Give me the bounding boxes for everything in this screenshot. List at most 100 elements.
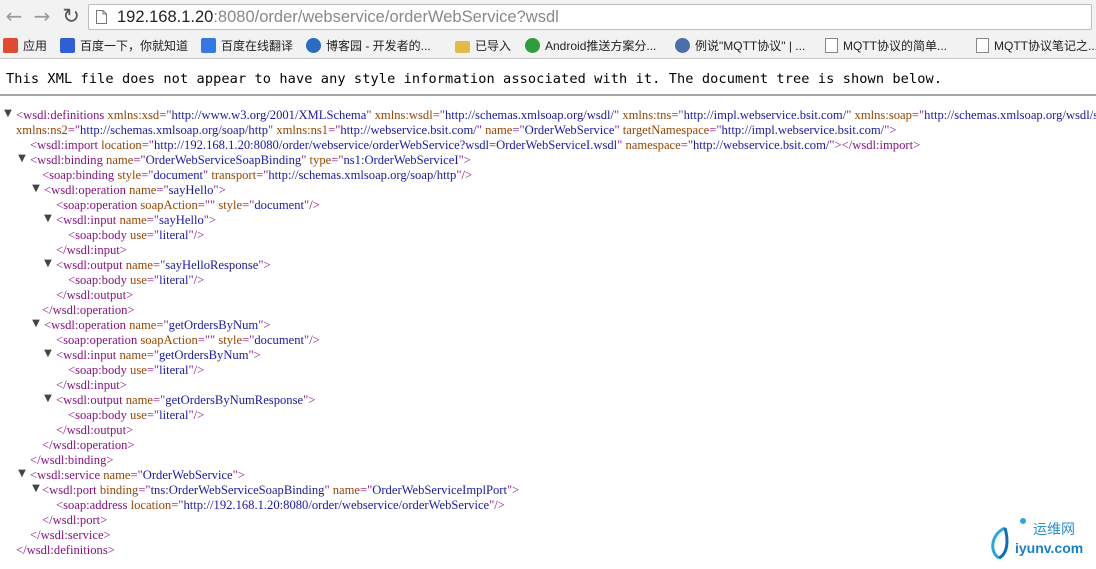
xml-attr-value: http://webservice.bsit.com/	[692, 138, 830, 152]
xml-tag: ="	[146, 408, 160, 422]
xml-attr-name: name	[332, 483, 361, 497]
xml-tag: <soap:body	[68, 408, 131, 422]
xml-attr-value: http://schemas.xmlsoap.org/wsdl/	[444, 108, 615, 122]
xml-line: <wsdl:import location="http://192.168.1.…	[30, 138, 920, 153]
xml-tag: "	[846, 108, 855, 122]
xml-attr-name: name	[119, 348, 147, 362]
xml-tag: "/>	[456, 168, 473, 182]
xml-line: <wsdl:input name="getOrdersByNum">	[56, 348, 261, 363]
xml-attr-name: name	[103, 468, 131, 482]
xml-tag: <soap:operation	[56, 333, 141, 347]
xml-tag: <wsdl:operation	[44, 183, 130, 197]
xml-attr-value: literal	[159, 408, 189, 422]
xml-tag: ="	[671, 108, 684, 122]
reload-icon[interactable]: ↻	[60, 5, 82, 27]
xml-tag: ">	[303, 393, 316, 407]
xml-line: </wsdl:output>	[56, 288, 133, 303]
xml-attr-name: xmlns:ns1	[276, 123, 329, 137]
xml-tag: <wsdl:input	[56, 213, 120, 227]
xml-line: </wsdl:port>	[42, 513, 107, 528]
xml-tag: ="	[156, 318, 169, 332]
xml-attr-value: getOrdersByNumResponse	[165, 393, 304, 407]
xml-tag: "	[301, 153, 310, 167]
bookmark-item[interactable]: 已导入	[455, 37, 511, 55]
xml-attr-name: use	[130, 408, 147, 422]
xml-tag: ="	[911, 108, 925, 122]
page-icon	[825, 38, 838, 53]
xml-tag: "/>	[489, 498, 505, 512]
xml-tag: ="	[709, 123, 722, 137]
xml-tag: <wsdl:service	[30, 468, 104, 482]
xml-attr-name: use	[130, 273, 147, 287]
xml-attr-name: xmlns:tns	[622, 108, 672, 122]
xml-tag: ="	[146, 273, 160, 287]
bookmark-label: 百度在线翻译	[221, 39, 294, 53]
url-path: :8080/order/webservice/orderWebService?w…	[213, 8, 559, 26]
xml-line: <wsdl:input name="sayHello">	[56, 213, 216, 228]
collapse-triangle-icon[interactable]: ▼	[31, 183, 41, 194]
xml-notice: This XML file does not appear to have an…	[6, 71, 943, 87]
xml-line: <soap:body use="literal"/>	[68, 363, 204, 378]
collapse-triangle-icon[interactable]: ▼	[3, 108, 13, 119]
xml-tag: <soap:address	[56, 498, 131, 512]
xml-attr-name: binding	[99, 483, 139, 497]
xml-tag: </wsdl:port>	[42, 513, 108, 527]
bookmark-item[interactable]: 例说"MQTT协议" | ...	[675, 37, 805, 55]
bookmark-item[interactable]: 应用	[3, 37, 47, 55]
xml-attr-value: sayHelloResponse	[165, 258, 259, 272]
bookmark-item[interactable]: 百度一下，你就知道	[60, 37, 188, 55]
xml-tag: ="	[156, 183, 169, 197]
collapse-triangle-icon[interactable]: ▼	[43, 213, 53, 224]
xml-attr-name: targetNamespace	[622, 123, 710, 137]
xml-attr-value: OrderWebService	[524, 123, 615, 137]
xml-line: <wsdl:definitions xmlns:xsd="http://www.…	[16, 108, 1096, 123]
xml-tag: "	[614, 123, 623, 137]
xml-tag: </wsdl:definitions>	[16, 543, 115, 557]
watermark-logo: 运维网 iyunv.com	[985, 512, 1095, 564]
translate-icon	[201, 38, 216, 53]
xml-tag: </wsdl:output>	[56, 288, 134, 302]
xml-tag: ">	[258, 318, 271, 332]
xml-tag: ">	[232, 468, 245, 482]
xml-tag: "	[324, 483, 333, 497]
browser-toolbar: ← → ↻ 192.168.1.20:8080/order/webservice…	[0, 0, 1096, 34]
xml-tag: "	[366, 108, 375, 122]
xml-line: <soap:body use="literal"/>	[68, 228, 204, 243]
xml-tag: <wsdl:operation	[44, 318, 130, 332]
collapse-triangle-icon[interactable]: ▼	[31, 483, 41, 494]
bookmark-item[interactable]: 博客园 - 开发者的...	[306, 37, 431, 55]
collapse-triangle-icon[interactable]: ▼	[31, 318, 41, 329]
xml-attr-name: style	[117, 168, 142, 182]
xml-tag: <wsdl:output	[56, 393, 126, 407]
xml-attr-value: http://schemas.xmlsoap.org/soap/http	[80, 123, 269, 137]
xml-attr-value: http://www.w3.org/2001/XMLSchema	[171, 108, 367, 122]
xml-tag: ="	[512, 123, 525, 137]
xml-tag: ">	[884, 123, 897, 137]
xml-attr-value: document	[254, 198, 305, 212]
xml-attr-value: sayHello	[158, 213, 204, 227]
url-text[interactable]: 192.168.1.20:8080/order/webservice/order…	[117, 8, 559, 27]
collapse-triangle-icon[interactable]: ▼	[17, 468, 27, 479]
page-icon	[96, 10, 107, 24]
collapse-triangle-icon[interactable]: ▼	[43, 393, 53, 404]
back-arrow-icon[interactable]: ←	[3, 5, 25, 27]
xml-tag: ="	[242, 333, 255, 347]
collapse-triangle-icon[interactable]: ▼	[43, 348, 53, 359]
collapse-triangle-icon[interactable]: ▼	[17, 153, 27, 164]
address-bar[interactable]: 192.168.1.20:8080/order/webservice/order…	[88, 4, 1092, 30]
bookmark-item[interactable]: MQTT协议笔记之...	[976, 37, 1096, 55]
xml-tag: "	[476, 123, 486, 137]
collapse-triangle-icon[interactable]: ▼	[43, 258, 53, 269]
xml-tag: ="	[67, 123, 81, 137]
bookmark-item[interactable]: Android推送方案分...	[525, 37, 656, 55]
xml-attr-value: http://impl.webservice.bsit.com/	[721, 123, 885, 137]
xml-tag: ="	[138, 483, 151, 497]
bookmark-item[interactable]: MQTT协议的简单...	[825, 37, 947, 55]
xml-attr-value: http://192.168.1.20:8080/order/webservic…	[153, 138, 618, 152]
bookmark-item[interactable]: 百度在线翻译	[201, 37, 293, 55]
xml-tag: <wsdl:output	[56, 258, 126, 272]
forward-arrow-icon[interactable]: →	[31, 5, 53, 27]
xml-tag: ="	[328, 123, 341, 137]
xml-tag: <wsdl:definitions	[16, 108, 108, 122]
xml-tag: ="	[256, 168, 269, 182]
